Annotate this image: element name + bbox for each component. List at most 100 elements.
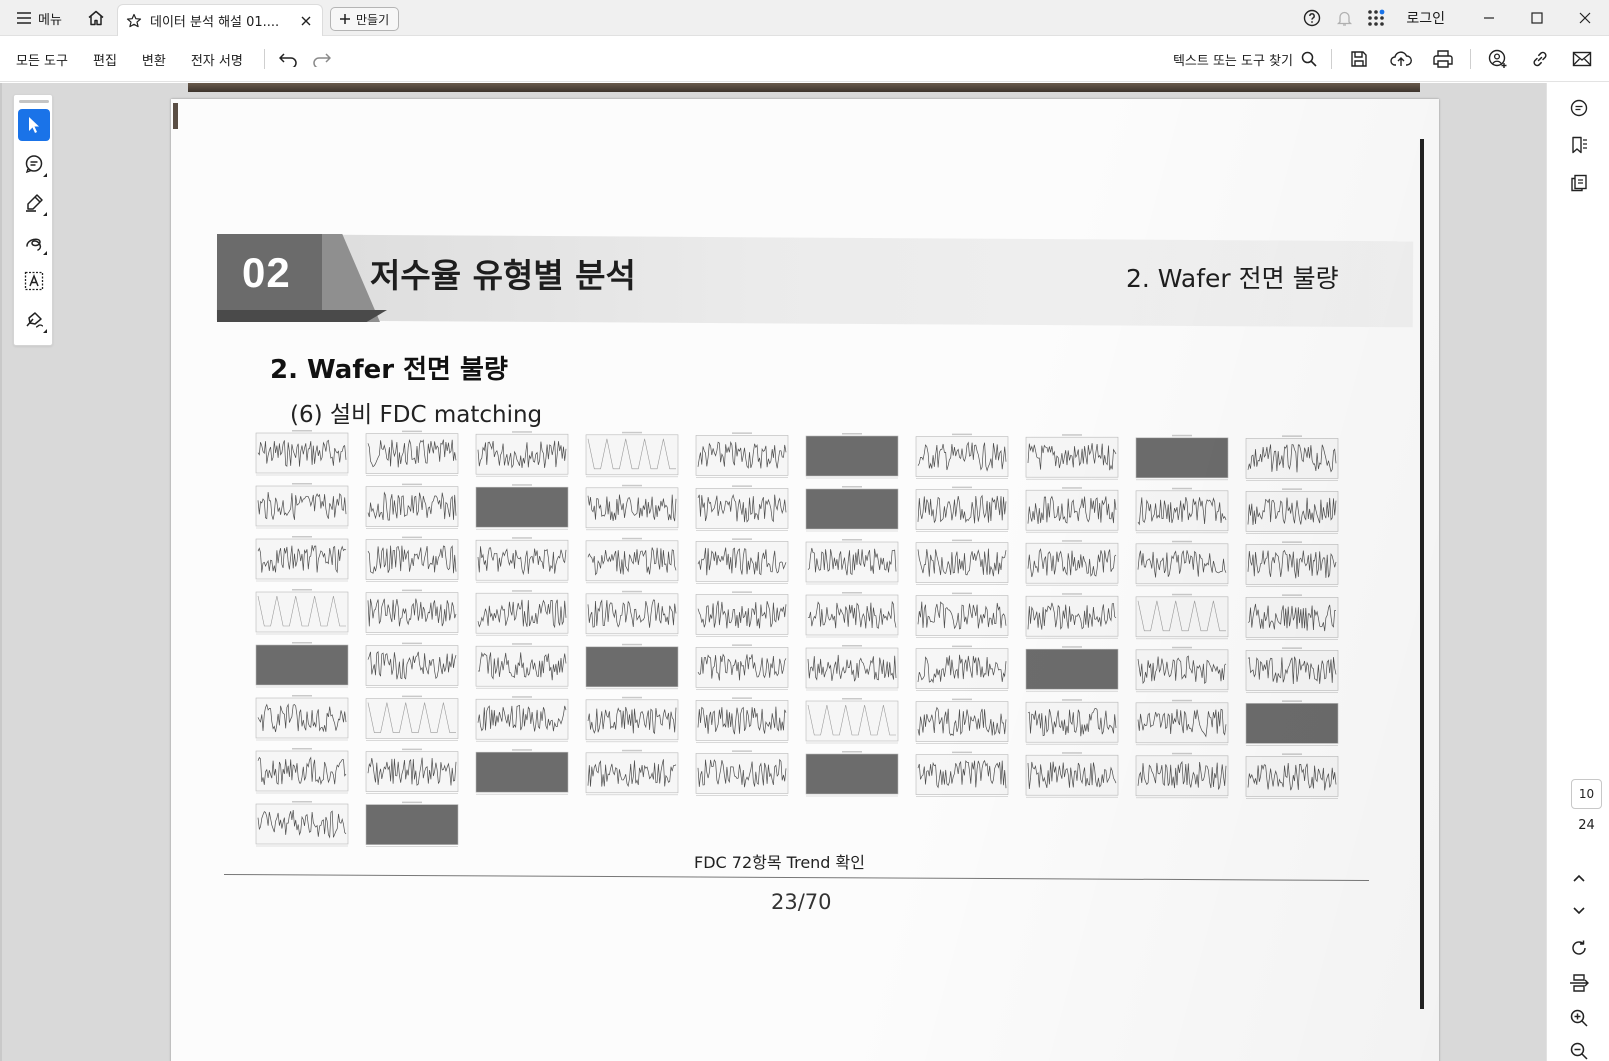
maximize-button[interactable]	[1513, 0, 1561, 36]
upload-cloud-button[interactable]	[1380, 45, 1422, 73]
comments-panel-button[interactable]	[1564, 93, 1594, 123]
photo-edge-mark	[173, 103, 178, 129]
copy-pages-icon	[1571, 174, 1587, 192]
share-user-button[interactable]	[1477, 45, 1519, 73]
select-tool[interactable]	[18, 109, 50, 141]
login-button[interactable]: 로그인	[1392, 8, 1465, 28]
trend-thumbnail	[1025, 752, 1119, 798]
toolbar-item-all-tools[interactable]: 모든 도구	[8, 45, 76, 73]
fit-page-button[interactable]	[1564, 968, 1594, 998]
page-photo: 02 저수율 유형별 분석 2. Wafer 전면 불량 2. Wafer 전면…	[171, 99, 1439, 1061]
save-button[interactable]	[1338, 45, 1380, 73]
toolbar-divider	[263, 49, 265, 69]
trend-thumbnail	[695, 750, 789, 796]
help-button[interactable]	[1296, 0, 1328, 36]
minimize-icon	[1484, 17, 1494, 19]
star-icon[interactable]	[126, 13, 142, 29]
trend-thumbnail	[585, 431, 679, 478]
hamburger-icon	[17, 12, 31, 24]
trend-thumbnail	[585, 749, 679, 796]
trend-thumbnail	[255, 536, 349, 582]
trend-thumbnail	[1135, 699, 1229, 746]
previous-page-button[interactable]	[1564, 863, 1594, 893]
trend-thumbnail	[365, 589, 459, 635]
next-page-button[interactable]	[1564, 896, 1594, 926]
footer-rule	[223, 874, 1369, 881]
sign-tool[interactable]	[18, 304, 50, 336]
trend-thumbnail	[255, 430, 349, 476]
trend-thumbnail	[1245, 488, 1339, 534]
tab-close-button[interactable]	[298, 13, 314, 29]
page-thumbnails-button[interactable]	[1564, 168, 1594, 198]
trend-thumbnail	[1135, 593, 1229, 640]
menu-button[interactable]: 메뉴	[10, 6, 68, 30]
trend-thumbnail	[585, 696, 679, 743]
more-options-indicator	[43, 329, 47, 333]
rotate-button[interactable]	[1564, 933, 1594, 963]
trend-thumbnail	[1245, 541, 1339, 587]
draw-tool[interactable]	[18, 226, 50, 258]
page-footer-number: 23/70	[771, 890, 832, 914]
zoom-in-icon	[1570, 1009, 1588, 1027]
toolbar-item-convert[interactable]: 변환	[134, 45, 174, 73]
trend-thumbnail	[1025, 646, 1119, 692]
trend-thumbnail	[475, 431, 569, 477]
print-button[interactable]	[1422, 45, 1464, 73]
previous-page-edge	[188, 83, 1420, 92]
left-window-edge	[0, 83, 2, 1061]
freehand-draw-icon	[26, 238, 42, 251]
document-tab[interactable]: 데이터 분석 해설 01....	[117, 4, 323, 36]
highlight-tool[interactable]	[18, 187, 50, 219]
notifications-button[interactable]	[1328, 0, 1360, 36]
trend-thumbnail	[585, 590, 679, 637]
redo-button[interactable]	[305, 45, 339, 73]
quick-tools-panel	[13, 94, 53, 346]
fdc-trend-grid	[255, 430, 1339, 847]
copy-link-button[interactable]	[1519, 45, 1561, 73]
trend-thumbnail	[475, 590, 569, 636]
chevron-down-icon	[1573, 907, 1585, 915]
home-button[interactable]	[83, 6, 109, 30]
email-button[interactable]	[1561, 45, 1603, 73]
page-number-input[interactable]: 10	[1571, 779, 1602, 809]
trend-thumbnail	[1025, 699, 1119, 745]
find-tools-search[interactable]: 텍스트 또는 도구 찾기	[1165, 45, 1325, 73]
trend-thumbnail	[1245, 753, 1339, 799]
plus-icon	[340, 14, 350, 24]
trend-thumbnail	[695, 485, 789, 531]
trend-thumbnail	[475, 696, 569, 742]
zoom-in-button[interactable]	[1564, 1003, 1594, 1033]
right-side-rail	[1546, 83, 1609, 1061]
trend-thumbnail	[695, 432, 789, 478]
trend-thumbnail	[805, 592, 899, 638]
zoom-out-button[interactable]	[1564, 1036, 1594, 1061]
trend-thumbnail	[695, 644, 789, 690]
trend-thumbnail	[1135, 487, 1229, 534]
toolbar-item-e-sign[interactable]: 전자 서명	[183, 45, 251, 73]
link-icon	[1533, 51, 1547, 67]
trend-thumbnail	[365, 536, 459, 582]
trend-thumbnail	[695, 697, 789, 743]
close-window-button[interactable]	[1561, 0, 1609, 36]
apps-button[interactable]	[1360, 0, 1392, 36]
text-box-tool[interactable]	[18, 265, 50, 297]
pdf-page[interactable]: 02 저수율 유형별 분석 2. Wafer 전면 불량 2. Wafer 전면…	[171, 99, 1439, 1061]
text-box-icon	[24, 271, 44, 291]
undo-button[interactable]	[271, 45, 305, 73]
trend-thumbnail	[255, 801, 349, 847]
chevron-up-icon	[1573, 874, 1585, 882]
trend-thumbnail	[255, 695, 349, 741]
create-button[interactable]: 만들기	[330, 7, 400, 31]
maximize-icon	[1531, 12, 1543, 24]
bookmark-icon	[1572, 136, 1587, 154]
comment-tool[interactable]	[18, 148, 50, 180]
trend-thumbnail	[805, 539, 899, 585]
minimize-button[interactable]	[1465, 0, 1513, 36]
trend-thumbnail	[1025, 540, 1119, 586]
home-icon	[88, 10, 104, 26]
toolbar-item-edit[interactable]: 편집	[85, 45, 125, 73]
document-workspace[interactable]: 02 저수율 유형별 분석 2. Wafer 전면 불량 2. Wafer 전면…	[0, 83, 1546, 1061]
trend-thumbnail	[915, 751, 1009, 797]
bookmarks-panel-button[interactable]	[1564, 130, 1594, 160]
panel-drag-handle[interactable]	[19, 100, 49, 103]
